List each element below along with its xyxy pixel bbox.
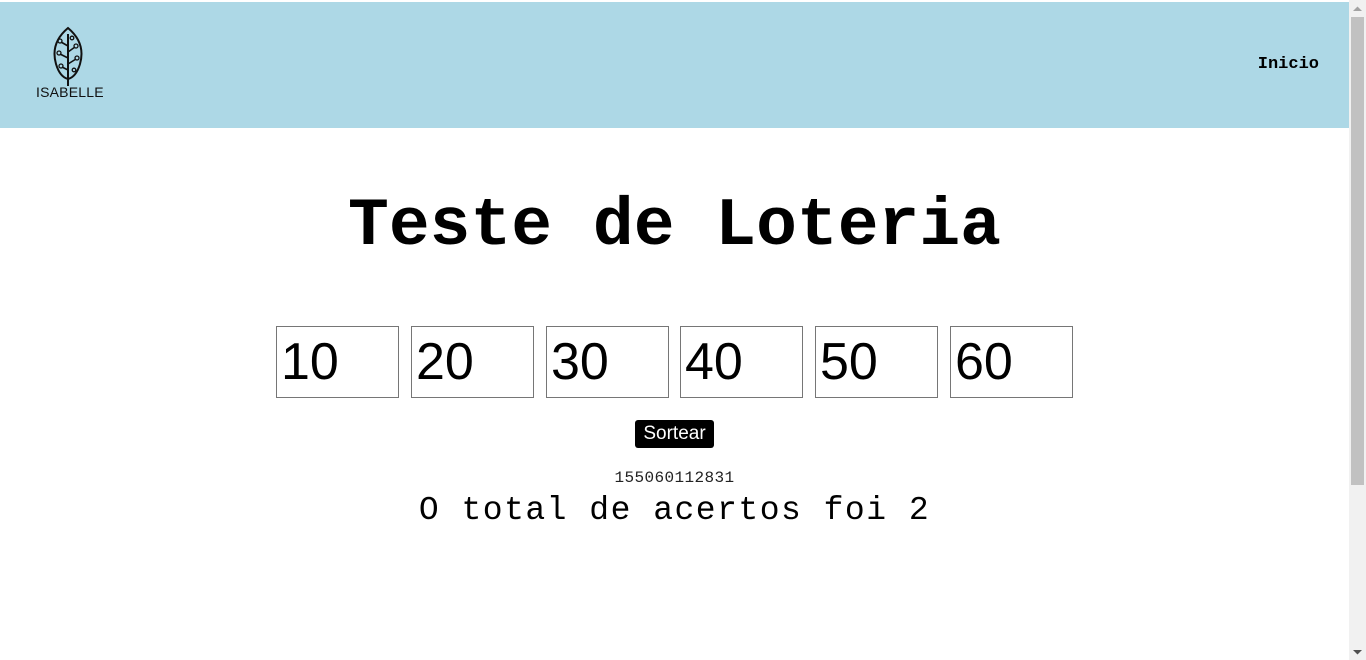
logo-text: ISABELLE <box>36 84 104 100</box>
nav-link-inicio[interactable]: Inicio <box>1258 55 1319 74</box>
number-input-1[interactable] <box>276 326 399 398</box>
tree-leaf-icon <box>53 26 83 86</box>
scroll-thumb[interactable] <box>1351 17 1364 485</box>
scroll-down-arrow-icon[interactable] <box>1349 643 1366 660</box>
result-text: O total de acertos foi 2 <box>418 492 931 529</box>
number-input-2[interactable] <box>411 326 534 398</box>
scroll-up-arrow-icon[interactable] <box>1349 0 1366 17</box>
drawn-numbers: 155060112831 <box>614 469 735 487</box>
number-input-3[interactable] <box>546 326 669 398</box>
number-input-6[interactable] <box>950 326 1073 398</box>
page-title: Teste de Loteria <box>348 188 1001 265</box>
logo[interactable]: ISABELLE <box>36 26 104 104</box>
site-header: ISABELLE Inicio <box>0 2 1349 128</box>
draw-button[interactable]: Sortear <box>635 420 714 448</box>
number-input-4[interactable] <box>680 326 803 398</box>
number-input-5[interactable] <box>815 326 938 398</box>
page: ISABELLE Inicio Teste de Loteria Sortear… <box>0 0 1349 660</box>
vertical-scrollbar[interactable] <box>1349 0 1366 660</box>
